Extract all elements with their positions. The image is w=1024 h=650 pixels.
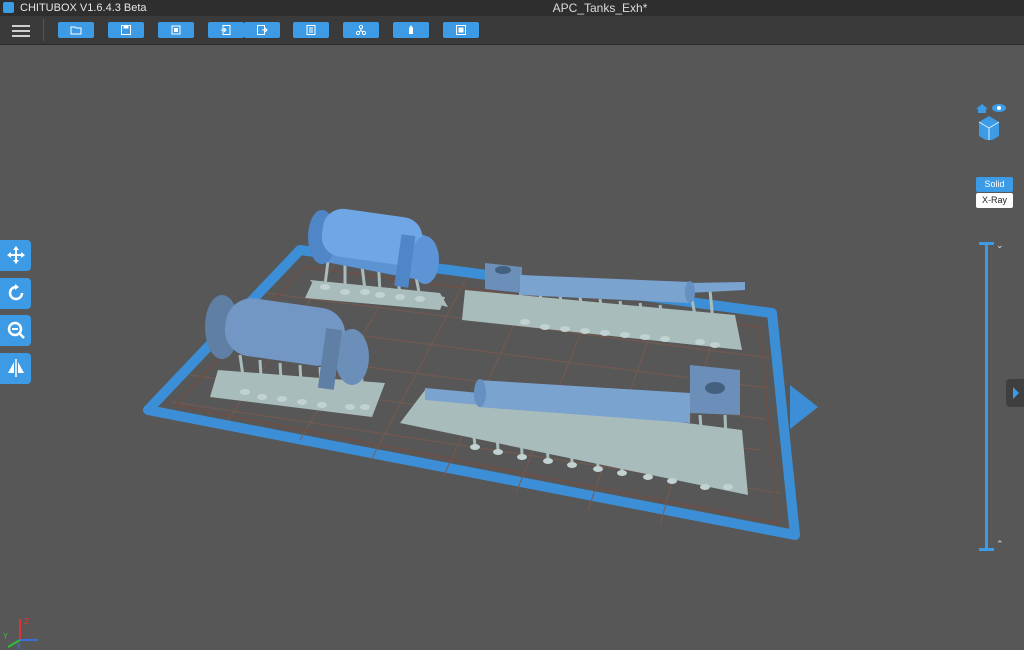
move-icon [6, 246, 25, 264]
new-project-icon [171, 25, 181, 35]
hamburger-menu-icon[interactable] [12, 22, 30, 38]
title-bar: CHITUBOX V1.6.4.3 Beta APC_Tanks_Exh* [0, 0, 1024, 16]
toolbar-divider [43, 19, 44, 41]
slice-icon [456, 25, 466, 35]
axes-gizmo-icon: Z Y X [2, 617, 38, 650]
chevron-right-icon [1013, 387, 1019, 399]
expand-panel-button[interactable] [1006, 379, 1024, 407]
xray-view-button[interactable]: X-Ray [976, 193, 1013, 208]
slice-button[interactable] [443, 22, 479, 38]
layer-slider[interactable] [985, 244, 988, 550]
open-file-button[interactable] [58, 22, 94, 38]
import-icon [221, 25, 231, 35]
supports-button[interactable] [393, 22, 429, 38]
mirror-tool-button[interactable] [0, 353, 31, 384]
save-icon [121, 25, 131, 35]
scale-icon [7, 321, 25, 339]
view-cube-icon[interactable] [971, 100, 1011, 142]
document-title: APC_Tanks_Exh* [552, 1, 648, 15]
svg-text:Y: Y [2, 632, 8, 641]
network-icon [355, 24, 367, 36]
supports-icon [409, 25, 413, 34]
svg-text:Z: Z [24, 617, 30, 626]
settings-icon [306, 25, 316, 35]
mirror-icon [7, 359, 24, 377]
scale-tool-button[interactable] [0, 315, 31, 346]
save-button[interactable] [108, 22, 144, 38]
move-tool-button[interactable] [0, 240, 31, 271]
layer-slider-bottom-handle[interactable] [979, 548, 994, 551]
layer-slider-top-handle[interactable] [979, 242, 994, 245]
rotate-icon [8, 284, 23, 301]
network-button[interactable] [343, 22, 379, 38]
import-button[interactable] [208, 22, 244, 38]
new-project-button[interactable] [158, 22, 194, 38]
export-icon [257, 25, 268, 35]
build-plate-scene [143, 208, 818, 540]
open-file-icon [70, 26, 82, 35]
3d-viewport[interactable]: Solid X-Ray ⌄ ⌃ Z Y X [0, 45, 1024, 650]
export-button[interactable] [244, 22, 280, 38]
solid-view-button[interactable]: Solid [976, 177, 1013, 192]
main-toolbar [0, 16, 1024, 45]
chevron-down-icon[interactable]: ⌄ [996, 240, 1004, 251]
settings-button[interactable] [293, 22, 329, 38]
chevron-up-icon[interactable]: ⌃ [996, 539, 1004, 550]
svg-text:X: X [16, 642, 22, 650]
rotate-tool-button[interactable] [0, 278, 31, 309]
